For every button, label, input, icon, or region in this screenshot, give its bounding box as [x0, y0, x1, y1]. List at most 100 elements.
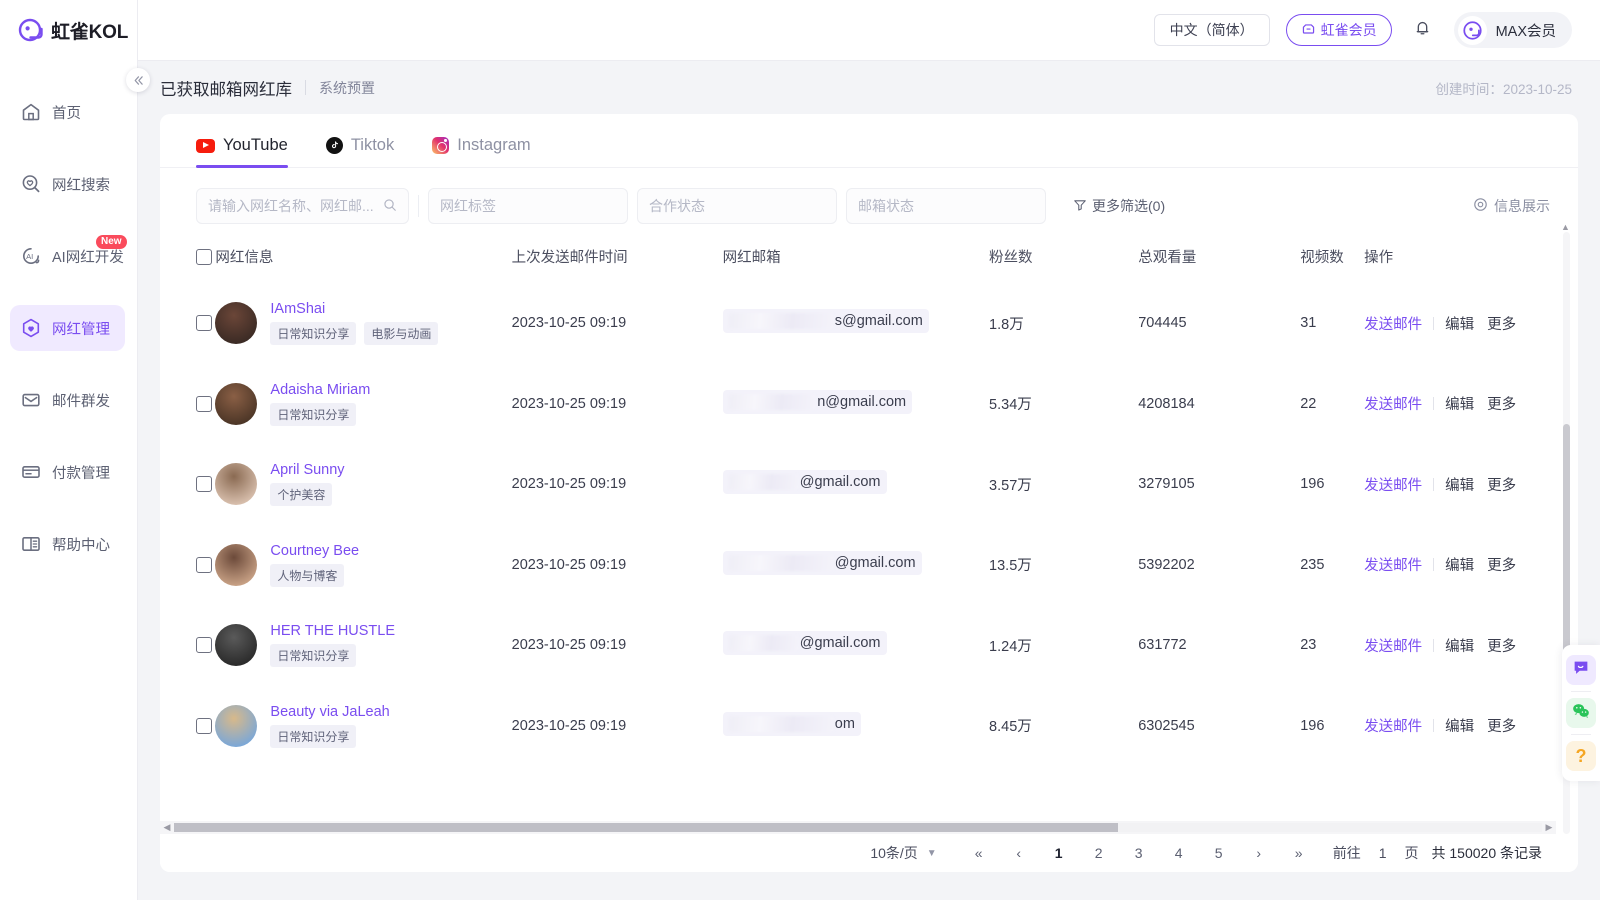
- page-subtitle: 系统预置: [319, 79, 375, 96]
- send-email-action[interactable]: 发送邮件: [1364, 715, 1422, 736]
- sidebar-collapse-button[interactable]: chevron-double-left-icon: [126, 68, 150, 92]
- influencer-name[interactable]: Adaisha Miriam: [270, 382, 370, 398]
- page-size-select[interactable]: 10条/页 ▼: [870, 843, 936, 863]
- influencer-cell: Courtney Bee 人物与博客: [215, 525, 511, 606]
- search-icon[interactable]: [383, 198, 397, 215]
- platform-tabs: YouTube Tiktok Instagram: [160, 114, 1578, 168]
- more-action[interactable]: 更多: [1487, 635, 1516, 656]
- more-filters-label: 更多筛选(0): [1092, 198, 1166, 214]
- sidebar-item-help-center[interactable]: 帮助中心: [10, 521, 125, 567]
- influencer-name[interactable]: IAmShai: [270, 301, 438, 317]
- tag-filter-select[interactable]: 网红标签: [428, 188, 628, 224]
- more-action[interactable]: 更多: [1487, 554, 1516, 575]
- send-email-action[interactable]: 发送邮件: [1364, 474, 1422, 495]
- influencer-name[interactable]: Beauty via JaLeah: [270, 704, 389, 720]
- edit-action[interactable]: 编辑: [1445, 393, 1474, 414]
- page-button-1[interactable]: 1: [1046, 840, 1072, 866]
- edit-action[interactable]: 编辑: [1445, 715, 1474, 736]
- vip-button[interactable]: 虹雀会员: [1285, 14, 1392, 46]
- column-header-actions: 操作: [1364, 224, 1556, 283]
- edit-action[interactable]: 编辑: [1445, 635, 1474, 656]
- sidebar-item-label: 网红搜索: [52, 177, 110, 194]
- row-checkbox[interactable]: [196, 395, 212, 412]
- horizontal-scrollbar-thumb[interactable]: [174, 823, 1118, 832]
- row-checkbox[interactable]: [196, 556, 212, 573]
- created-time-value: 2023-10-25: [1502, 81, 1572, 97]
- book-icon: [20, 533, 42, 555]
- tab-tiktok[interactable]: Tiktok: [325, 136, 394, 167]
- page-button-5[interactable]: 5: [1206, 840, 1232, 866]
- sidebar-item-influencer-management[interactable]: 网红管理: [10, 305, 125, 351]
- wechat-contact-button[interactable]: [1566, 698, 1596, 728]
- goto-page-input[interactable]: 1: [1379, 845, 1387, 861]
- first-page-button[interactable]: «: [966, 840, 992, 866]
- page-button-3[interactable]: 3: [1126, 840, 1152, 866]
- sidebar: 虹雀KOL 首页 网红搜索 AI AI网红开发 New 网红管理 邮件群发 付款…: [0, 0, 138, 900]
- row-checkbox[interactable]: [196, 637, 212, 654]
- more-action[interactable]: 更多: [1487, 715, 1516, 736]
- send-email-action[interactable]: 发送邮件: [1364, 635, 1422, 656]
- more-action[interactable]: 更多: [1487, 313, 1516, 334]
- main-area: 中文（简体） 虹雀会员 MAX会员 已获取邮箱网红库 系统预置 创建时间：202…: [138, 0, 1600, 900]
- influencer-name[interactable]: April Sunny: [270, 462, 344, 478]
- online-service-button[interactable]: [1566, 655, 1596, 685]
- scroll-up-arrow-icon[interactable]: ▲: [1561, 222, 1570, 232]
- row-checkbox[interactable]: [196, 476, 212, 493]
- cooperation-status-select[interactable]: 合作状态: [637, 188, 837, 224]
- page-title: 已获取邮箱网红库: [160, 80, 292, 99]
- app-logo[interactable]: 虹雀KOL: [0, 0, 137, 61]
- page-header-divider: [305, 80, 306, 95]
- next-page-button[interactable]: ›: [1246, 840, 1272, 866]
- send-email-action[interactable]: 发送邮件: [1364, 393, 1422, 414]
- more-action[interactable]: 更多: [1487, 474, 1516, 495]
- goto-page: 前往 1 页: [1333, 843, 1419, 863]
- row-checkbox[interactable]: [196, 717, 212, 734]
- search-heart-icon: [20, 173, 42, 195]
- last-sent-cell: 2023-10-25 09:19: [511, 476, 627, 493]
- influencer-email: ●●●●●●●●@gmail.com: [722, 631, 887, 656]
- sidebar-item-mass-mail[interactable]: 邮件群发: [10, 377, 125, 423]
- prev-page-button[interactable]: ‹: [1006, 840, 1032, 866]
- vip-label: 虹雀会员: [1320, 22, 1377, 38]
- views-cell: 704445: [1138, 315, 1187, 332]
- sidebar-item-payment[interactable]: 付款管理: [10, 449, 125, 495]
- more-filters-button[interactable]: 更多筛选(0): [1073, 196, 1165, 216]
- row-checkbox[interactable]: [196, 315, 212, 332]
- horizontal-scrollbar-track[interactable]: [174, 823, 1542, 832]
- send-email-action[interactable]: 发送邮件: [1364, 554, 1422, 575]
- search-input[interactable]: 请输入网红名称、网红邮...: [196, 188, 409, 224]
- influencer-info: Beauty via JaLeah 日常知识分享: [215, 704, 511, 748]
- send-email-action[interactable]: 发送邮件: [1364, 313, 1422, 334]
- crown-icon: [1301, 21, 1316, 39]
- influencer-meta: Beauty via JaLeah 日常知识分享: [270, 704, 390, 748]
- horizontal-scrollbar[interactable]: ◀ ▶: [160, 821, 1556, 834]
- sidebar-item-ai-dev[interactable]: AI AI网红开发 New: [10, 233, 127, 279]
- language-selector[interactable]: 中文（简体）: [1153, 14, 1270, 46]
- more-action[interactable]: 更多: [1487, 393, 1516, 414]
- last-page-button[interactable]: »: [1286, 840, 1312, 866]
- notifications-button[interactable]: [1408, 15, 1438, 45]
- help-button[interactable]: ?: [1566, 741, 1596, 771]
- actions-cell: 发送邮件 编辑 更多: [1364, 686, 1556, 767]
- mailbox-status-select[interactable]: 邮箱状态: [846, 188, 1046, 224]
- influencer-name[interactable]: HER THE HUSTLE: [270, 623, 395, 639]
- influencer-table: 网红信息 上次发送邮件时间 网红邮箱 粉丝数 总观看量 视频数 操作 IAmSh…: [160, 224, 1556, 766]
- sidebar-item-home[interactable]: 首页: [10, 89, 125, 135]
- edit-action[interactable]: 编辑: [1445, 554, 1474, 575]
- sidebar-item-influencer-search[interactable]: 网红搜索: [10, 161, 125, 207]
- info-display-button[interactable]: 信息展示: [1473, 196, 1550, 216]
- page-button-4[interactable]: 4: [1166, 840, 1192, 866]
- tab-instagram[interactable]: Instagram: [432, 136, 531, 167]
- select-all-checkbox[interactable]: [196, 248, 212, 265]
- page-button-2[interactable]: 2: [1086, 840, 1112, 866]
- user-menu[interactable]: MAX会员: [1453, 12, 1572, 48]
- scroll-left-arrow-icon[interactable]: ◀: [160, 822, 174, 833]
- filter-icon: [1073, 198, 1087, 215]
- edit-action[interactable]: 编辑: [1445, 474, 1474, 495]
- row-select-cell: [160, 364, 215, 445]
- influencer-name[interactable]: Courtney Bee: [270, 543, 359, 559]
- scroll-right-arrow-icon[interactable]: ▶: [1542, 822, 1556, 833]
- page-unit-label: 页: [1404, 845, 1419, 861]
- edit-action[interactable]: 编辑: [1445, 313, 1474, 334]
- tab-youtube[interactable]: YouTube: [196, 136, 288, 168]
